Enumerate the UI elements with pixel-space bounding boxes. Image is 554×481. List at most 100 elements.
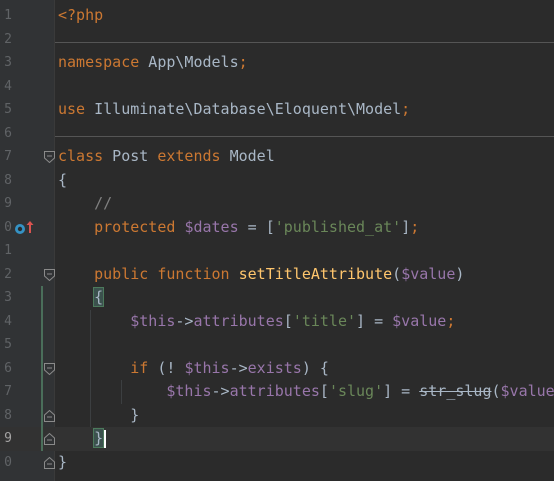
code-token: str_slug	[419, 382, 492, 400]
code-line[interactable]: 2	[0, 28, 554, 52]
code-line[interactable]: 0}	[0, 451, 554, 475]
code-line[interactable]: 0 protected $dates = ['published_at'];	[0, 216, 554, 240]
code-token: Illuminate\Database\Eloquent\Model	[85, 100, 402, 118]
line-code[interactable]: $this->attributes['slug'] = str_slug($va…	[58, 380, 554, 404]
code-token: $this	[130, 311, 176, 330]
vcs-change-bar[interactable]	[41, 286, 43, 451]
line-code[interactable]: class Post extends Model	[58, 145, 275, 169]
code-line[interactable]: 6	[0, 122, 554, 146]
code-editor[interactable]: 1 <?php 2 3 namespace App\Models; 4 5 use Illum…	[0, 0, 554, 481]
matched-brace: }	[93, 428, 105, 448]
line-code[interactable]: <?php	[58, 4, 103, 28]
code-token: Model	[220, 147, 275, 165]
indent-guide	[90, 309, 91, 427]
code-token: class	[58, 147, 104, 165]
line-code[interactable]: $this->attributes['title'] = $value;	[58, 310, 455, 334]
code-token: ;	[446, 311, 456, 330]
fold-close-icon[interactable]	[44, 409, 55, 422]
code-line[interactable]: 4	[0, 75, 554, 99]
code-token: Post	[103, 147, 158, 165]
navigate-up-arrow-icon[interactable]	[26, 220, 34, 234]
line-code[interactable]: {	[58, 286, 105, 310]
line-number: 2	[4, 31, 12, 47]
code-token: = [	[238, 217, 275, 236]
code-token: extends	[157, 147, 221, 165]
text-caret	[104, 429, 107, 448]
line-code[interactable]: public function setTitleAttribute($value…	[58, 263, 464, 287]
line-code[interactable]: {	[58, 169, 67, 193]
code-token: ;	[401, 100, 411, 118]
line-code[interactable]: use Illuminate\Database\Eloquent\Model;	[58, 98, 410, 122]
code-token: attributes	[229, 382, 320, 400]
code-line[interactable]: 3 namespace App\Models;	[0, 51, 554, 75]
code-token: public	[94, 264, 149, 283]
code-line[interactable]: 9 }	[0, 427, 554, 451]
method-separator	[55, 136, 554, 137]
code-token: )	[455, 264, 465, 283]
fold-open-icon[interactable]	[44, 362, 55, 375]
code-line[interactable]: 5	[0, 333, 554, 357]
code-token: [	[283, 311, 293, 330]
override-method-icon[interactable]	[14, 221, 26, 234]
code-token: ;	[238, 53, 248, 71]
code-token: function	[157, 264, 230, 283]
line-number: 4	[4, 313, 12, 329]
code-token: if	[130, 358, 149, 377]
code-token: use	[58, 100, 86, 118]
code-token: }	[130, 405, 140, 424]
code-token: }	[58, 452, 68, 471]
code-token: [	[319, 382, 329, 400]
code-token: $dates	[184, 217, 239, 236]
code-line[interactable]: 3 {	[0, 286, 554, 310]
line-number: 8	[4, 172, 12, 188]
line-code[interactable]: }	[58, 404, 139, 428]
line-code[interactable]: if (! $this->exists) {	[58, 357, 329, 381]
line-number: 0	[4, 219, 12, 235]
indent-guide	[121, 380, 122, 404]
line-number: 5	[4, 102, 12, 117]
code-token: ]	[401, 217, 411, 236]
line-number: 0	[4, 454, 12, 470]
line-number: 3	[4, 55, 12, 70]
line-number: 1	[4, 8, 12, 23]
code-token: ;	[410, 217, 420, 236]
code-token: namespace	[58, 53, 140, 71]
line-number: 3	[4, 290, 12, 305]
line-number: 6	[4, 360, 12, 376]
code-line[interactable]: 4 $this->attributes['title'] = $value;	[0, 310, 554, 334]
code-token: //	[94, 194, 113, 212]
code-token: 'slug'	[328, 382, 384, 400]
line-number: 7	[4, 149, 12, 164]
fold-close-icon[interactable]	[44, 456, 55, 469]
code-line[interactable]: 2 public function setTitleAttribute($val…	[0, 263, 554, 287]
fold-open-icon[interactable]	[44, 151, 55, 163]
code-token: ->	[211, 382, 230, 400]
line-number: 1	[4, 243, 12, 258]
line-code[interactable]: namespace App\Models;	[58, 51, 248, 75]
code-line[interactable]: 8{	[0, 169, 554, 193]
code-token: setTitleAttribute	[238, 264, 393, 283]
fold-close-icon[interactable]	[44, 433, 55, 445]
code-line[interactable]: 1	[0, 239, 554, 263]
code-token: <?php	[58, 6, 104, 24]
code-line[interactable]: 5 use Illuminate\Database\Eloquent\Model;	[0, 98, 554, 122]
line-code[interactable]: //	[58, 192, 112, 216]
fold-open-icon[interactable]	[44, 268, 55, 281]
code-line[interactable]: 7 $this->attributes['slug'] = str_slug($…	[0, 380, 554, 404]
code-line[interactable]: 6 if (! $this->exists) {	[0, 357, 554, 381]
line-number: 8	[4, 407, 12, 423]
code-token: protected	[94, 217, 176, 236]
line-code[interactable]: }	[58, 451, 67, 475]
code-token: App\Models	[139, 53, 239, 71]
code-line[interactable]: 7 class Post extends Model	[0, 145, 554, 169]
code-line[interactable]: 8 }	[0, 404, 554, 428]
code-token: ->	[229, 358, 248, 377]
line-code[interactable]: }	[58, 427, 107, 451]
code-line[interactable]: 1 <?php	[0, 4, 554, 28]
code-token: $this	[184, 358, 230, 377]
code-line[interactable]: 9 //	[0, 192, 554, 216]
line-code[interactable]: protected $dates = ['published_at'];	[58, 216, 419, 240]
